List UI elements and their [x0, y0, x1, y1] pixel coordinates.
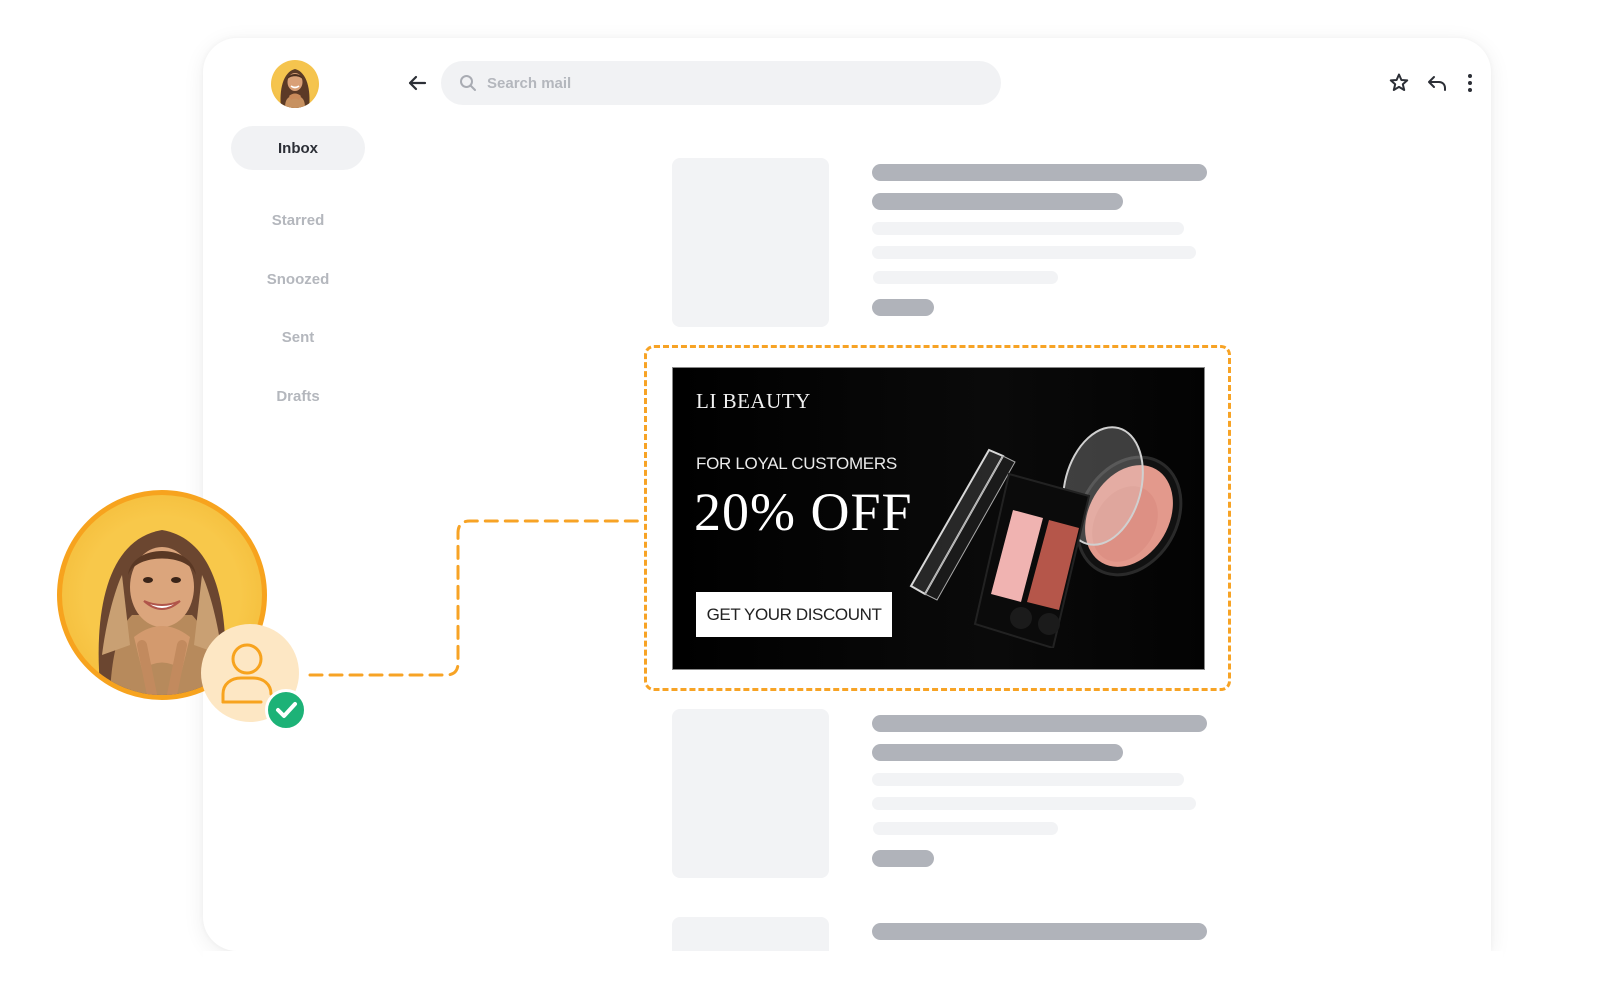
sidebar-item-sent[interactable]: Sent: [231, 315, 365, 359]
cosmetics-product-icon: [909, 426, 1183, 648]
skeleton-tag: [872, 850, 934, 867]
skeleton-text-line: [872, 222, 1184, 235]
skeleton-thumbnail: [672, 709, 829, 878]
skeleton-thumbnail: [672, 917, 829, 951]
skeleton-text-line: [872, 797, 1196, 810]
sidebar-item-starred[interactable]: Starred: [231, 198, 365, 242]
star-icon: [1389, 73, 1409, 91]
more-options-button[interactable]: [1458, 71, 1482, 95]
search-icon: [460, 75, 476, 91]
skeleton-text-line: [872, 246, 1196, 259]
person-photo-icon: [280, 69, 310, 108]
skeleton-text-line: [873, 822, 1058, 835]
back-button[interactable]: [405, 71, 429, 95]
promo-subtitle: FOR LOYAL CUSTOMERS: [696, 454, 897, 473]
skeleton-title-line: [872, 164, 1207, 181]
promo-headline: 20% OFF: [694, 482, 913, 542]
skeleton-text-line: [873, 271, 1058, 284]
arrow-left-icon: [408, 75, 427, 91]
skeleton-title-line: [872, 715, 1207, 732]
search-bar[interactable]: [441, 61, 1001, 105]
skeleton-thumbnail: [672, 158, 829, 327]
promo-banner[interactable]: LI BEAUTY FOR LOYAL CUSTOMERS 20% OFF GE…: [672, 367, 1205, 670]
skeleton-subtitle-line: [872, 193, 1123, 210]
sidebar-item-snoozed[interactable]: Snoozed: [231, 257, 365, 301]
reply-icon: [1428, 76, 1446, 91]
brand-name: LI BEAUTY: [696, 389, 811, 413]
more-vertical-icon: [1468, 74, 1472, 92]
skeleton-title-line: [872, 923, 1207, 940]
reply-button[interactable]: [1425, 71, 1449, 95]
skeleton-text-line: [872, 773, 1184, 786]
check-icon: [276, 702, 297, 718]
star-button[interactable]: [1387, 71, 1411, 95]
search-input[interactable]: [487, 74, 947, 92]
get-discount-button[interactable]: GET YOUR DISCOUNT: [696, 592, 892, 637]
verified-badge: [265, 689, 307, 731]
profile-avatar[interactable]: [271, 60, 319, 108]
skeleton-subtitle-line: [872, 744, 1123, 761]
sidebar-item-drafts[interactable]: Drafts: [231, 374, 365, 418]
sidebar-item-inbox[interactable]: Inbox: [231, 126, 365, 170]
window-bottom-crop: [203, 951, 1503, 1000]
skeleton-tag: [872, 299, 934, 316]
